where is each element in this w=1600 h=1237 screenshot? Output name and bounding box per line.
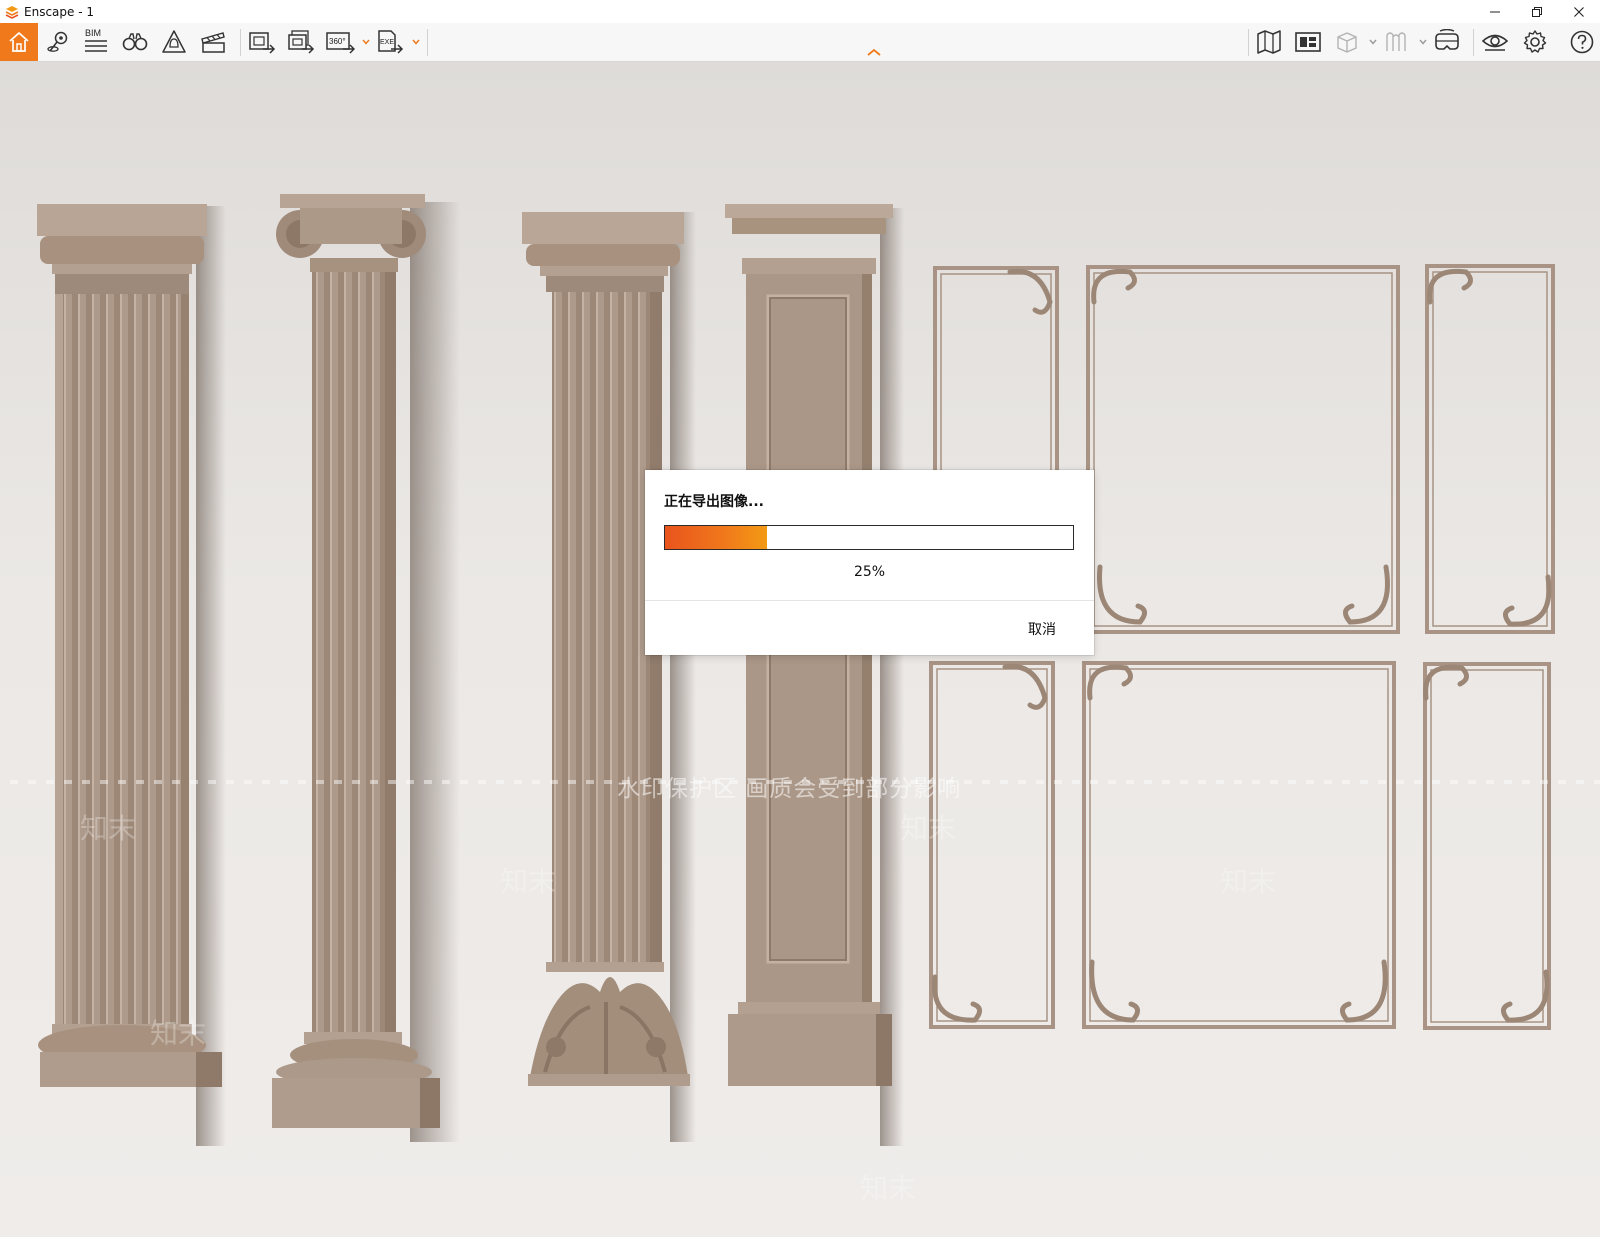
material-dropdown-button[interactable]: [1418, 36, 1428, 48]
toolbar-separator: [427, 29, 428, 56]
ionic-column: [272, 194, 460, 1142]
material-button[interactable]: [1381, 26, 1413, 58]
gear-icon: [1523, 30, 1547, 53]
watermark-logo: 知末: [1220, 865, 1277, 898]
bim-list-icon: BIM: [85, 28, 107, 52]
help-button[interactable]: [1566, 26, 1598, 58]
video-editor-button[interactable]: [197, 26, 229, 58]
watermark-logo: 知末: [900, 812, 957, 845]
watermark-logo: 知末: [150, 1017, 207, 1050]
views-button[interactable]: [42, 26, 74, 58]
vr-headset-icon: [1435, 29, 1459, 50]
atmosphere-button[interactable]: [158, 26, 190, 58]
location-pin-icon: [47, 31, 68, 52]
fluted-pilaster: [37, 204, 226, 1146]
eye-icon: [1481, 34, 1509, 51]
chevron-down-icon: [412, 39, 420, 45]
chevron-down-icon: [1419, 39, 1427, 45]
toolbar-separator: [1248, 29, 1249, 56]
panelled-pilaster: [725, 204, 904, 1146]
bim-button[interactable]: BIM: [80, 26, 112, 58]
batch-export-icon: [288, 30, 315, 54]
vr-headset-button[interactable]: [1431, 26, 1463, 58]
export-dropdown-button[interactable]: [411, 36, 421, 48]
restore-icon: [1532, 6, 1542, 17]
exe-export-icon: EXE: [378, 30, 404, 54]
help-icon: [1570, 30, 1594, 54]
visual-settings-button[interactable]: [1479, 26, 1511, 58]
window-controls: [1474, 0, 1600, 23]
watermark-logo: 知末: [80, 812, 137, 845]
title-bar: Enscape - 1: [0, 0, 1600, 23]
material-icon: [1386, 32, 1406, 51]
batch-render-button[interactable]: [285, 26, 317, 58]
sun-house-icon: [162, 30, 186, 53]
bim-label: BIM: [85, 28, 101, 38]
minimize-icon: [1490, 11, 1500, 12]
toolbar-separator: [1473, 29, 1474, 56]
toolbar-separator: [240, 29, 241, 56]
progress-bar-fill: [665, 526, 767, 549]
watermark-logo: 知末: [860, 1172, 917, 1205]
close-button[interactable]: [1558, 0, 1600, 23]
cancel-button[interactable]: 取消: [1028, 619, 1056, 639]
watermark-notice: 水印保护区 画质会受到部分影响: [617, 776, 962, 802]
chevron-down-icon: [362, 39, 370, 45]
cube-icon: [1337, 32, 1357, 53]
panorama-export-icon: 360°: [326, 32, 355, 54]
export-exe-button[interactable]: EXE: [374, 26, 406, 58]
map-button[interactable]: [1253, 26, 1285, 58]
asset-library-icon: [1295, 32, 1321, 52]
map-icon: [1257, 30, 1281, 54]
render-image-button[interactable]: [246, 26, 278, 58]
main-toolbar: BIM 360° EXE: [0, 23, 1600, 62]
enscape-logo-icon: [5, 5, 19, 19]
dialog-divider: [645, 600, 1094, 601]
panorama-label: 360°: [329, 37, 346, 46]
home-icon: [9, 32, 29, 52]
progress-percentage: 25%: [853, 564, 886, 580]
export-progress-dialog: 正在导出图像... 25% 取消: [645, 470, 1094, 655]
close-icon: [1574, 6, 1584, 17]
walk-mode-button[interactable]: [119, 26, 151, 58]
dialog-title: 正在导出图像...: [664, 494, 764, 510]
minimize-button[interactable]: [1474, 0, 1516, 23]
cube-dropdown-button[interactable]: [1368, 36, 1378, 48]
progress-bar: [664, 525, 1074, 550]
screenshot-export-icon: [249, 32, 276, 54]
cube-button[interactable]: [1331, 26, 1363, 58]
window-title: Enscape - 1: [24, 4, 94, 19]
binoculars-icon: [122, 33, 148, 51]
collapse-toolbar-chevron-icon[interactable]: [864, 47, 884, 57]
chevron-down-icon: [1369, 39, 1377, 45]
watermark-logo: 知末: [500, 865, 557, 898]
settings-button[interactable]: [1519, 26, 1551, 58]
panorama-dropdown-button[interactable]: [361, 36, 371, 48]
asset-library-button[interactable]: [1292, 26, 1324, 58]
exe-label: EXE: [380, 39, 394, 46]
home-button[interactable]: [0, 23, 38, 61]
clapperboard-icon: [201, 32, 225, 53]
restore-button[interactable]: [1516, 0, 1558, 23]
acanthus-base-column: [522, 212, 696, 1142]
panorama-button[interactable]: 360°: [324, 26, 356, 58]
